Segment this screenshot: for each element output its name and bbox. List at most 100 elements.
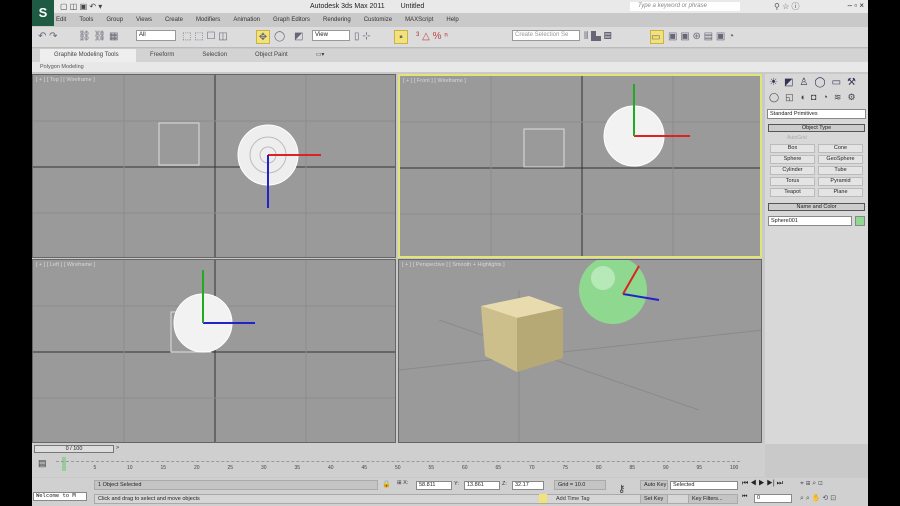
ribbon-options-icon[interactable]: ▭▾	[302, 49, 339, 62]
teapot-button[interactable]: Teapot	[770, 188, 815, 197]
maxscript-listener[interactable]: Welcome to M	[33, 492, 87, 501]
key-mode-dropdown[interactable]: Selected	[670, 481, 738, 490]
tab-selection[interactable]: Selection	[188, 49, 241, 62]
named-selection-dropdown[interactable]: Create Selection Se	[512, 30, 580, 41]
select-tools-icons[interactable]: ⬚ ⬚ ☐ ◫	[182, 30, 228, 44]
ribbon-panel[interactable]: Polygon Modeling	[32, 62, 868, 72]
playback-controls[interactable]: ⏮ ◀ ▶ ▶| ⏭	[742, 480, 783, 488]
pivot-icons[interactable]: ▯ ⊹	[354, 30, 371, 44]
menu-group[interactable]: Group	[106, 14, 123, 26]
object-name-input[interactable]: Sphere001	[768, 216, 852, 226]
menu-help[interactable]: Help	[446, 14, 458, 26]
sphere-button[interactable]: Sphere	[770, 155, 815, 164]
menu-maxscript[interactable]: MAXScript	[405, 14, 433, 26]
viewport-perspective[interactable]: [ + ] [ Perspective ] [ Smooth + Highlig…	[398, 259, 762, 443]
rotate-icon[interactable]: ◯	[274, 30, 285, 44]
tab-object-paint[interactable]: Object Paint	[241, 49, 302, 62]
helpers-icon[interactable]: ◔	[822, 92, 827, 103]
name-and-color-rollout[interactable]: Name and Color	[768, 203, 865, 211]
set-key-button[interactable]: Set Key	[640, 494, 668, 504]
time-slider[interactable]: 0 / 100	[34, 445, 114, 453]
plane-button[interactable]: Plane	[818, 188, 863, 197]
link-icons[interactable]: ⛓ ⛓ ▦	[78, 30, 118, 44]
create-tab-icon[interactable]: ☀	[769, 77, 778, 88]
viewport-navigation-icons-2[interactable]: ⌕ ⌕ ✋ ⟲ ⊡	[800, 494, 836, 503]
mini-curve-editor-icon[interactable]: ▤	[38, 458, 47, 469]
utilities-tab-icon[interactable]: ⚒	[847, 77, 856, 88]
selection-filter-dropdown[interactable]: All	[136, 30, 176, 41]
cylinder-button[interactable]: Cylinder	[770, 166, 815, 175]
key-filters-button[interactable]: Key Filters...	[688, 494, 738, 504]
move-icon[interactable]: ✥	[256, 30, 270, 44]
viewport-left[interactable]: [ + ] [ Left ] [ Wireframe ]	[32, 259, 396, 443]
torus-button[interactable]: Torus	[770, 177, 815, 186]
create-category-icons[interactable]: ◯ ◱ ◖ ◘ ◔ ≋ ⚙	[765, 91, 868, 104]
x-coordinate[interactable]: 58.811	[416, 481, 452, 490]
menu-create[interactable]: Create	[165, 14, 183, 26]
infocenter-icons[interactable]: ⚲ ☆ ⓘ	[774, 1, 799, 12]
object-color-swatch[interactable]	[855, 216, 865, 226]
systems-icon[interactable]: ⚙	[847, 92, 855, 103]
viewport-navigation-icons[interactable]: ⌖ ⊞ ⌕ ⊡	[800, 480, 823, 488]
shapes-icon[interactable]: ◱	[785, 92, 794, 103]
cameras-icon[interactable]: ◘	[811, 92, 816, 103]
viewport-top[interactable]: [ + ] [ Top ] [ Wireframe ]	[32, 74, 396, 258]
next-frame-arrow[interactable]: >	[116, 445, 119, 451]
lights-icon[interactable]: ◖	[800, 92, 805, 103]
go-to-start-icon[interactable]: ⏮	[742, 494, 747, 501]
cone-button[interactable]: Cone	[818, 144, 863, 153]
snap-icons[interactable]: ³ △ % ⁿ	[416, 30, 448, 44]
track-bar[interactable]: 5 10 15 20 25 30 35 40 45 50 55 60 65 70 75 80 85 90 95 100	[56, 457, 740, 475]
menu-modifiers[interactable]: Modifiers	[196, 14, 220, 26]
modify-tab-icon[interactable]: ◩	[784, 77, 793, 88]
auto-key-button[interactable]: Auto Key	[640, 480, 668, 490]
scene-explorer-icon[interactable]: ▭	[650, 30, 664, 44]
viewport-label[interactable]: [ + ] [ Top ] [ Wireframe ]	[36, 77, 95, 83]
menu-graph-editors[interactable]: Graph Editors	[273, 14, 310, 26]
viewport-front[interactable]: [ + ] [ Front ] [ Wireframe ]	[398, 74, 762, 258]
time-tag-icon[interactable]	[539, 494, 547, 503]
geosphere-button[interactable]: GeoSphere	[818, 155, 863, 164]
window-controls[interactable]: – ▫ ×	[848, 1, 864, 10]
display-tab-icon[interactable]: ▭	[832, 77, 841, 88]
quick-access-toolbar[interactable]: ▢ ◫ ▣ ↶ ▾	[60, 2, 102, 11]
menu-edit[interactable]: Edit	[56, 14, 66, 26]
key-icon[interactable]: ⚷	[618, 484, 625, 495]
menu-views[interactable]: Views	[136, 14, 152, 26]
menu-tools[interactable]: Tools	[79, 14, 93, 26]
viewport-label[interactable]: [ + ] [ Left ] [ Wireframe ]	[36, 262, 95, 268]
selection-status: 1 Object Selected	[94, 480, 378, 490]
pyramid-button[interactable]: Pyramid	[818, 177, 863, 186]
viewport-label[interactable]: [ + ] [ Front ] [ Wireframe ]	[403, 78, 466, 84]
scale-icon[interactable]: ◩	[294, 30, 303, 44]
geometry-icon[interactable]: ◯	[769, 92, 779, 103]
y-coordinate[interactable]: 13.861	[464, 481, 500, 490]
menu-animation[interactable]: Animation	[233, 14, 260, 26]
hierarchy-tab-icon[interactable]: ♙	[799, 77, 808, 88]
motion-tab-icon[interactable]: ◯	[814, 77, 825, 88]
app-logo-button[interactable]: S	[32, 0, 54, 26]
reference-coordinate-dropdown[interactable]: View	[312, 30, 350, 41]
z-coordinate[interactable]: 32.17	[512, 481, 544, 490]
absolute-mode-icon[interactable]: ⊞ X:	[397, 480, 408, 486]
object-type-rollout[interactable]: Object Type	[768, 124, 865, 132]
material-render-icons[interactable]: ▣ ▣ ⊛ ▤ ▣ ◔	[668, 30, 734, 44]
command-panel-tabs[interactable]: ☀ ◩ ♙ ◯ ▭ ⚒	[765, 74, 868, 91]
menu-customize[interactable]: Customize	[364, 14, 392, 26]
box-button[interactable]: Box	[770, 144, 815, 153]
tube-button[interactable]: Tube	[818, 166, 863, 175]
tab-freeform[interactable]: Freeform	[136, 49, 188, 62]
category-dropdown[interactable]: Standard Primitives	[767, 109, 866, 119]
tab-graphite-modeling-tools[interactable]: Graphite Modeling Tools	[40, 49, 136, 62]
spacewarps-icon[interactable]: ≋	[834, 92, 842, 103]
lock-icon[interactable]: 🔒	[382, 480, 391, 488]
current-frame-input[interactable]: 0	[754, 494, 792, 503]
add-time-tag[interactable]: Add Time Tag	[556, 496, 590, 502]
search-input[interactable]: Type a keyword or phrase	[630, 2, 740, 11]
manipulate-icon[interactable]: ▪	[394, 30, 408, 44]
mirror-align-icons[interactable]: ⫴ ▙ ▤	[584, 30, 612, 44]
box-wireframe	[158, 122, 200, 166]
menu-rendering[interactable]: Rendering	[323, 14, 351, 26]
undo-redo-icons[interactable]: ↶ ↷	[38, 30, 58, 44]
viewport-label[interactable]: [ + ] [ Perspective ] [ Smooth + Highlig…	[402, 262, 505, 268]
